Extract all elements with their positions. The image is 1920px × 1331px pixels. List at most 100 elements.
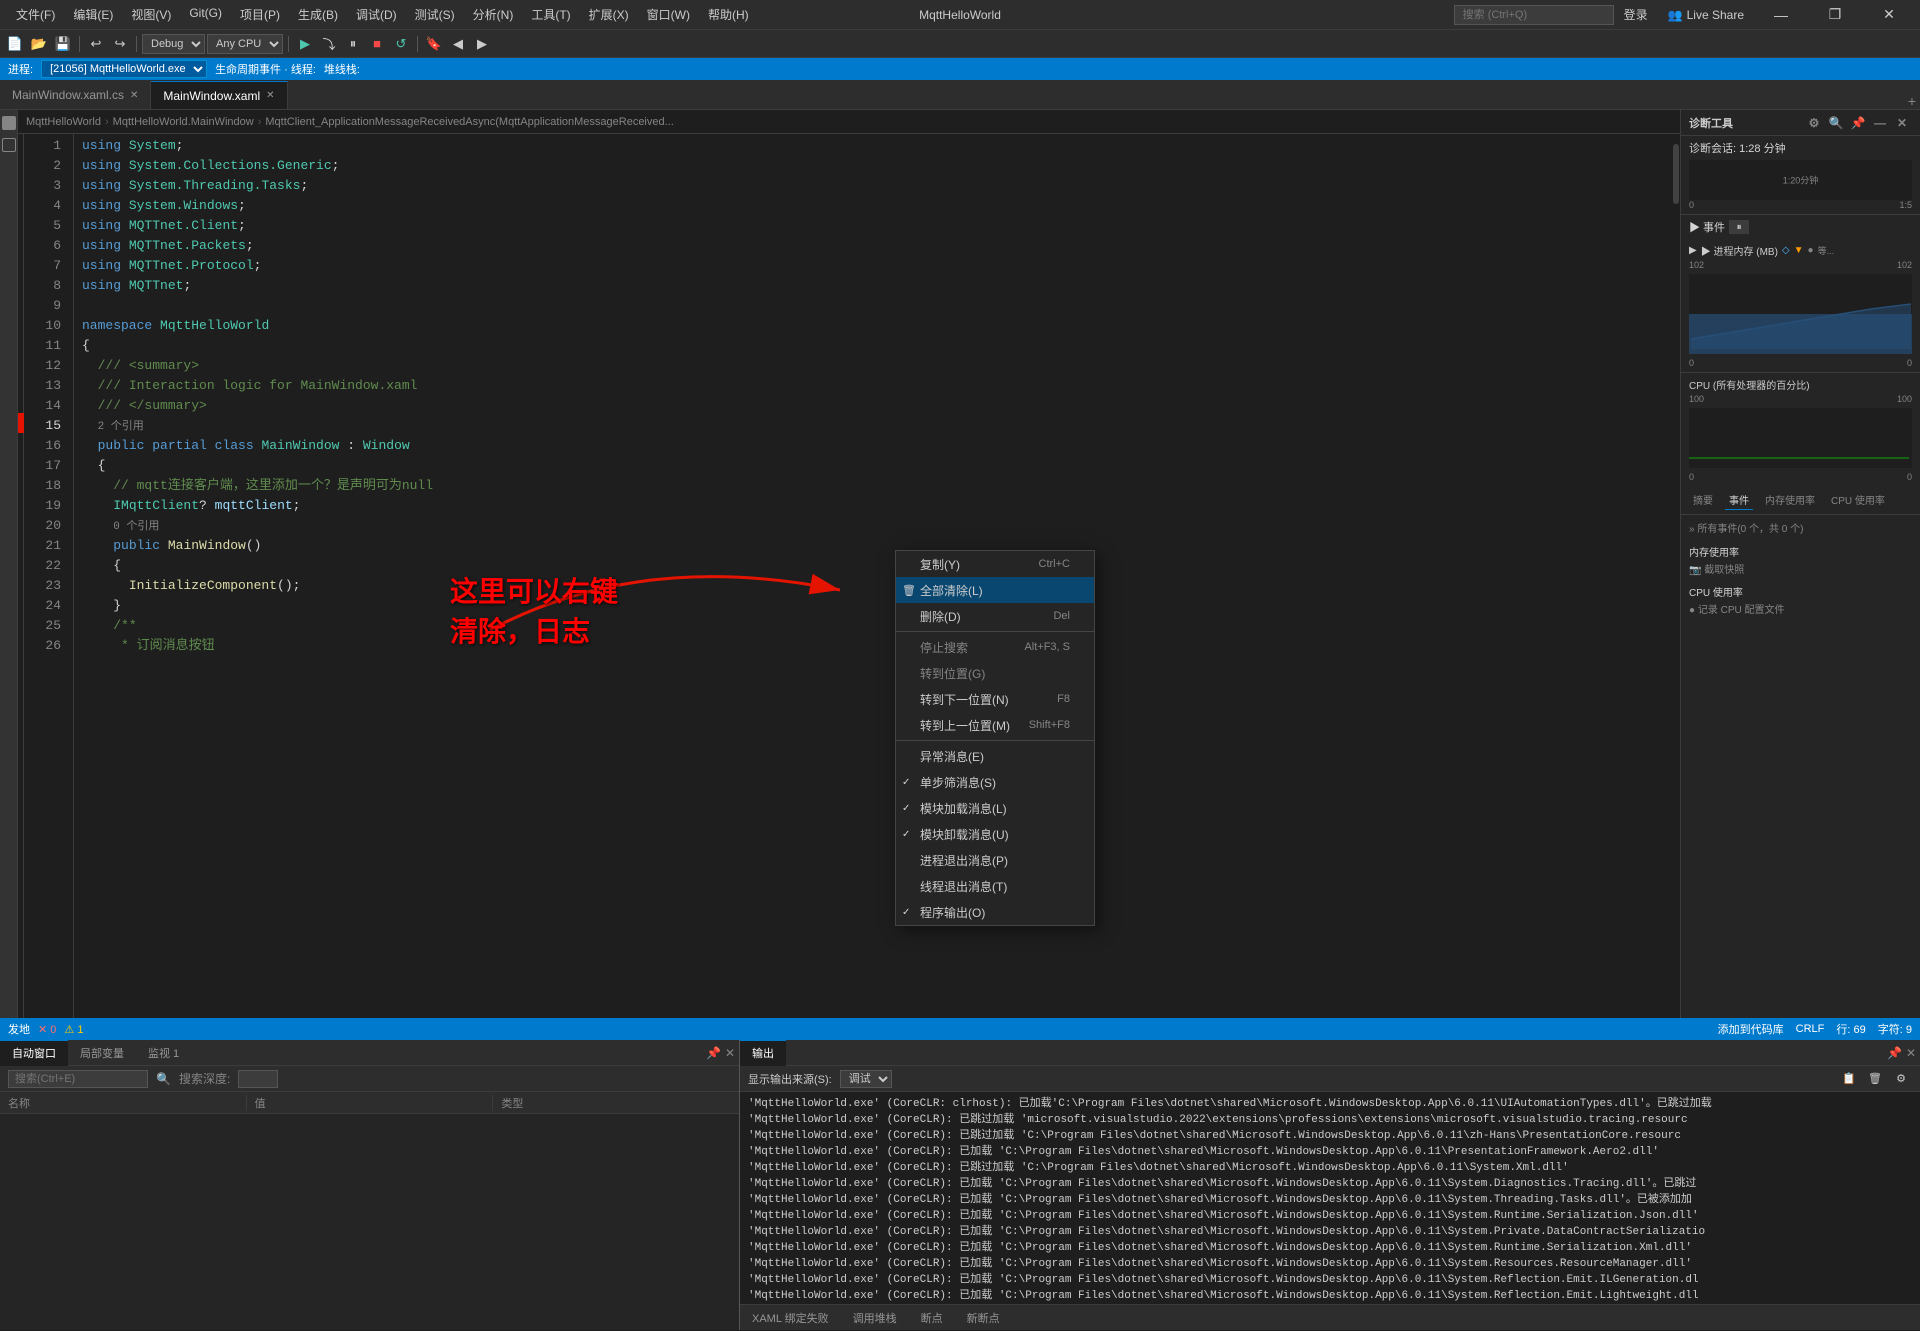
locals-tab[interactable]: 局部变量: [68, 1040, 136, 1066]
output-content[interactable]: 'MqttHelloWorld.exe' (CoreCLR: clrhost):…: [740, 1092, 1920, 1304]
snapshot-button[interactable]: 📷 截取快照: [1689, 561, 1912, 576]
tab-mainwindow-xaml[interactable]: MainWindow.xaml ✕: [151, 81, 287, 109]
diagnostics-search-button[interactable]: 🔍: [1826, 113, 1846, 133]
watch-tab[interactable]: 监视 1: [136, 1040, 191, 1066]
restore-button[interactable]: ❐: [1812, 0, 1858, 30]
ctx-module-load[interactable]: ✓ 模块加载消息(L): [896, 795, 1094, 821]
output-close-button[interactable]: ✕: [1906, 1046, 1916, 1060]
events-pause-button[interactable]: ⏸: [1729, 220, 1749, 234]
menu-file[interactable]: 文件(F): [8, 4, 63, 25]
add-code-button[interactable]: 添加到代码库: [1718, 1021, 1784, 1037]
menu-edit[interactable]: 编辑(E): [65, 4, 121, 25]
output-settings-button[interactable]: ⚙: [1890, 1068, 1912, 1090]
tab-close-0[interactable]: ✕: [130, 90, 138, 101]
debug-config-select[interactable]: Debug: [142, 34, 205, 54]
record-cpu-button[interactable]: ● 记录 CPU 配置文件: [1689, 601, 1912, 616]
output-source-select[interactable]: 调试: [840, 1070, 892, 1088]
process-select[interactable]: [21056] MqttHelloWorld.exe: [41, 60, 207, 78]
step-over-button[interactable]: ⤵: [318, 33, 340, 55]
auto-pin-button[interactable]: 📌: [706, 1046, 721, 1060]
output-tab[interactable]: 输出: [740, 1040, 786, 1066]
menu-project[interactable]: 项目(P): [232, 4, 288, 25]
stop-button[interactable]: ■: [366, 33, 388, 55]
ctx-next-pos[interactable]: 转到下一位置(N) F8: [896, 686, 1094, 712]
diag-tab-events[interactable]: 事件: [1725, 490, 1753, 510]
ctx-program-output[interactable]: ✓ 程序输出(O): [896, 899, 1094, 925]
diag-tab-cpu[interactable]: CPU 使用率: [1827, 490, 1889, 510]
new-breakpoint-tab[interactable]: 新断点: [955, 1305, 1012, 1331]
tab-close-1[interactable]: ✕: [266, 90, 274, 101]
diagnostics-pin-button[interactable]: 📌: [1848, 113, 1868, 133]
minimize-button[interactable]: —: [1758, 0, 1804, 30]
ctx-thread-exit[interactable]: 线程退出消息(T): [896, 873, 1094, 899]
ctx-prev-pos[interactable]: 转到上一位置(M) Shift+F8: [896, 712, 1094, 738]
ctx-process-exit[interactable]: 进程退出消息(P): [896, 847, 1094, 873]
ctx-exception-msg[interactable]: 异常消息(E): [896, 743, 1094, 769]
editor-vertical-scrollbar[interactable]: [1672, 134, 1680, 1020]
diag-tab-memory[interactable]: 内存使用率: [1761, 490, 1819, 510]
close-button[interactable]: ✕: [1866, 0, 1912, 30]
output-copy-button[interactable]: 📋: [1838, 1068, 1860, 1090]
restart-button[interactable]: ↺: [390, 33, 412, 55]
menu-debug[interactable]: 调试(D): [348, 4, 405, 25]
diagnostics-settings-button[interactable]: ⚙: [1804, 113, 1824, 133]
save-button[interactable]: 💾: [52, 33, 74, 55]
open-file-button[interactable]: 📂: [28, 33, 50, 55]
redo-button[interactable]: ↪: [109, 33, 131, 55]
branch-label[interactable]: 发地: [8, 1021, 30, 1037]
menu-window[interactable]: 窗口(W): [639, 4, 698, 25]
breadcrumb-method[interactable]: MqttClient_ApplicationMessageReceivedAsy…: [265, 116, 673, 128]
pause-button[interactable]: ⏸: [342, 33, 364, 55]
callstack-tab[interactable]: 调用堆栈: [841, 1305, 909, 1331]
menu-help[interactable]: 帮助(H): [700, 4, 757, 25]
output-pin-button[interactable]: 📌: [1887, 1046, 1902, 1060]
breakpoints-tab[interactable]: 断点: [909, 1305, 955, 1331]
breadcrumb-class[interactable]: MqttHelloWorld.MainWindow: [113, 116, 254, 128]
menu-analyze[interactable]: 分析(N): [465, 4, 522, 25]
activity-search[interactable]: [2, 138, 16, 152]
xaml-tab[interactable]: XAML 绑定失败: [740, 1305, 841, 1331]
search-depth-input[interactable]: [238, 1070, 278, 1088]
menu-view[interactable]: 视图(V): [123, 4, 179, 25]
live-share-button[interactable]: 👥 Live Share: [1662, 6, 1750, 24]
scrollbar-thumb[interactable]: [1673, 144, 1679, 204]
ctx-clear-icon: 🗑: [902, 584, 916, 597]
code-content[interactable]: using System; using System.Collections.G…: [74, 134, 1672, 1020]
ctx-module-unload[interactable]: ✓ 模块卸载消息(U): [896, 821, 1094, 847]
auto-close-button[interactable]: ✕: [725, 1046, 735, 1060]
status-error[interactable]: ✕ 0: [38, 1023, 56, 1036]
output-line-5: 'MqttHelloWorld.exe' (CoreCLR): 已跳过加载 'C…: [748, 1160, 1912, 1176]
activity-explorer[interactable]: [2, 116, 16, 130]
breadcrumb-namespace[interactable]: MqttHelloWorld: [26, 116, 101, 128]
output-clear-button[interactable]: 🗑: [1864, 1068, 1886, 1090]
diagnostics-minimize-button[interactable]: —: [1870, 113, 1890, 133]
prev-bookmark-button[interactable]: ◀: [447, 33, 469, 55]
bookmark-button[interactable]: 🔖: [423, 33, 445, 55]
ctx-single-step[interactable]: ✓ 单步筛消息(S): [896, 769, 1094, 795]
cpu-config-select[interactable]: Any CPU: [207, 34, 283, 54]
menu-build[interactable]: 生成(B): [290, 4, 346, 25]
diagnostics-panel: 诊断工具 ⚙ 🔍 📌 — ✕ 诊断会话: 1:28 分钟 1:20分钟 0 1:…: [1680, 110, 1920, 1040]
ctx-copy[interactable]: 复制(Y) Ctrl+C: [896, 551, 1094, 577]
next-bookmark-button[interactable]: ▶: [471, 33, 493, 55]
signin-button[interactable]: 登录: [1618, 4, 1654, 25]
new-tab-button[interactable]: +: [1908, 93, 1916, 109]
ctx-delete[interactable]: 删除(D) Del: [896, 603, 1094, 629]
search-input[interactable]: [1454, 5, 1614, 25]
ctx-clear-all[interactable]: 🗑 全部清除(L): [896, 577, 1094, 603]
menu-test[interactable]: 测试(S): [407, 4, 463, 25]
auto-window-tab[interactable]: 自动窗口: [0, 1040, 68, 1066]
menu-git[interactable]: Git(G): [181, 4, 230, 25]
undo-button[interactable]: ↩: [85, 33, 107, 55]
status-encoding[interactable]: CRLF: [1796, 1023, 1825, 1035]
new-file-button[interactable]: 📄: [4, 33, 26, 55]
menu-tools[interactable]: 工具(T): [523, 4, 578, 25]
diag-tab-summary[interactable]: 摘要: [1689, 490, 1717, 510]
diagnostics-close-button[interactable]: ✕: [1892, 113, 1912, 133]
status-warning[interactable]: ⚠ 1: [64, 1023, 83, 1036]
tab-mainwindow-xaml-cs[interactable]: MainWindow.xaml.cs ✕: [0, 81, 151, 109]
continue-button[interactable]: ▶: [294, 33, 316, 55]
menu-extensions[interactable]: 扩展(X): [581, 4, 637, 25]
auto-search-button[interactable]: 🔍: [156, 1072, 171, 1086]
auto-search-input[interactable]: [8, 1070, 148, 1088]
